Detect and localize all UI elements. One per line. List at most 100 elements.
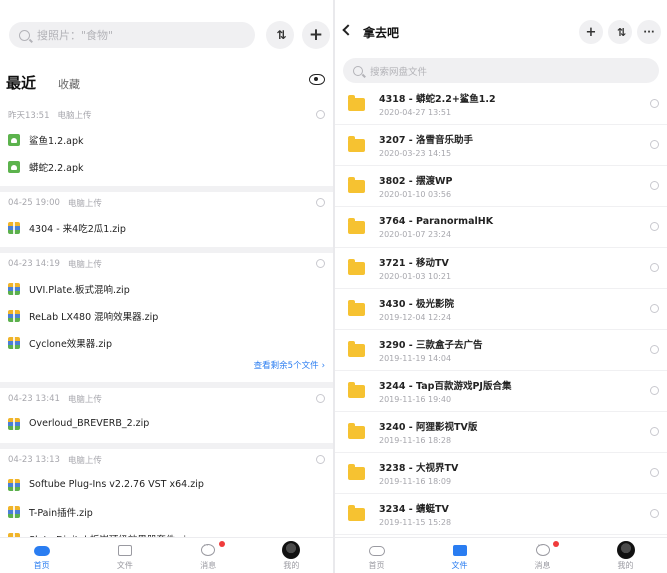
nav-messages[interactable]: 消息	[167, 538, 250, 573]
add-button[interactable]: +	[579, 20, 603, 44]
recent-header: 搜照片："食物" ⇅ +	[0, 0, 333, 62]
avatar	[282, 541, 301, 559]
select-group-checkbox[interactable]	[316, 259, 325, 268]
nav-mine[interactable]: 我的	[250, 538, 333, 573]
sort-button[interactable]: ⇅	[266, 21, 294, 49]
chevron-right-icon: ›	[321, 361, 325, 371]
view-more-label: 查看剩余5个文件	[253, 361, 319, 371]
chat-bubble-icon	[535, 541, 550, 556]
file-item[interactable]: 4304 - 来4吃2瓜1.zip	[0, 214, 333, 241]
select-group-checkbox[interactable]	[316, 455, 325, 464]
nav-home[interactable]: 首页	[335, 538, 418, 573]
more-button[interactable]: ···	[637, 20, 661, 44]
upload-time: 04-23 14:19	[8, 259, 60, 269]
photo-search-input[interactable]: 搜照片："食物"	[9, 22, 255, 48]
select-checkbox[interactable]	[650, 427, 659, 436]
folder-date: 2020-01-10 03:56	[379, 190, 452, 199]
folder-text: 3430 - 极光影院 2019-12-04 12:24	[379, 296, 454, 322]
folder-date: 2019-11-19 14:04	[379, 354, 452, 363]
sort-button[interactable]: ⇅	[608, 20, 632, 44]
file-item[interactable]: Cyclone效果器.zip	[0, 329, 333, 356]
cloud-search-input[interactable]: 搜索网盘文件	[343, 58, 659, 83]
nav-home[interactable]: 首页	[0, 538, 83, 573]
select-checkbox[interactable]	[650, 468, 659, 477]
file-item[interactable]: Softube Plug-Ins v2.2.76 VST x64.zip	[0, 471, 333, 498]
folder-name: 3240 - 阿狸影视TV版	[379, 422, 478, 433]
folder-row[interactable]: 3244 - Tap百款游戏PJ版合集 2019-11-16 19:40	[335, 371, 667, 412]
select-group-checkbox[interactable]	[316, 394, 325, 403]
eye-icon[interactable]	[309, 74, 325, 85]
select-checkbox[interactable]	[650, 181, 659, 190]
file-item[interactable]: UVI.Plate.板式混响.zip	[0, 275, 333, 302]
file-group: 04-25 19:00 电脑上传 4304 - 来4吃2瓜1.zip	[0, 192, 333, 253]
folder-row[interactable]: 3764 - ParanormalHK 2020-01-07 23:24	[335, 207, 667, 248]
folder-row[interactable]: 3234 - 蜻蜓TV 2019-11-15 15:28	[335, 494, 667, 535]
select-checkbox[interactable]	[650, 345, 659, 354]
nav-mine[interactable]: 我的	[584, 538, 667, 573]
folder-icon	[117, 545, 132, 556]
group-header: 04-23 14:19 电脑上传	[0, 253, 333, 275]
file-item[interactable]: 蟒蛇2.2.apk	[0, 153, 333, 180]
upload-source: 电脑上传	[67, 395, 102, 405]
folder-icon	[452, 545, 467, 556]
file-name: ReLab LX480 混响效果器.zip	[29, 311, 159, 323]
folder-row[interactable]: 3802 - 摆渡WP 2020-01-10 03:56	[335, 166, 667, 207]
nav-files[interactable]: 文件	[83, 538, 166, 573]
bottom-nav: 首页 文件 消息 我的	[335, 537, 667, 573]
folder-name: 3238 - 大视界TV	[379, 463, 459, 474]
view-more-link[interactable]: 查看剩余5个文件 ›	[0, 356, 333, 376]
folder-icon	[348, 299, 365, 316]
select-checkbox[interactable]	[650, 99, 659, 108]
folder-row[interactable]: 3238 - 大视界TV 2019-11-16 18:09	[335, 453, 667, 494]
notification-dot	[218, 541, 225, 547]
photo-search-placeholder: 搜照片："食物"	[37, 29, 114, 42]
avatar	[616, 541, 635, 559]
folder-date: 2020-04-27 13:51	[379, 108, 452, 117]
group-header: 04-23 13:13 电脑上传	[0, 449, 333, 471]
folder-text: 3240 - 阿狸影视TV版 2019-11-16 18:28	[379, 419, 477, 445]
folder-name: 3764 - ParanormalHK	[379, 215, 494, 227]
folder-row[interactable]: 3207 - 洛雪音乐助手 2020-03-23 14:15	[335, 125, 667, 166]
folder-icon	[348, 340, 365, 357]
folder-row[interactable]: 4318 - 蟒蛇2.2+鲨鱼1.2 2020-04-27 13:51	[335, 84, 667, 125]
select-checkbox[interactable]	[650, 386, 659, 395]
folder-icon	[348, 463, 365, 480]
nav-files[interactable]: 文件	[418, 538, 501, 573]
folder-date: 2020-01-07 23:24	[379, 229, 452, 239]
upload-time: 04-25 19:00	[8, 198, 60, 208]
select-checkbox[interactable]	[650, 509, 659, 518]
upload-source: 电脑上传	[67, 199, 102, 209]
file-name: Softube Plug-Ins v2.2.76 VST x64.zip	[29, 479, 204, 490]
folder-row[interactable]: 3290 - 三款盒子去广告 2019-11-19 14:04	[335, 330, 667, 371]
select-checkbox[interactable]	[650, 263, 659, 272]
select-group-checkbox[interactable]	[316, 198, 325, 207]
select-checkbox[interactable]	[650, 222, 659, 231]
search-icon	[353, 65, 363, 76]
file-item[interactable]: ReLab LX480 混响效果器.zip	[0, 302, 333, 329]
file-name: T-Pain插件.zip	[29, 507, 93, 519]
folder-date: 2019-11-16 18:09	[379, 477, 452, 486]
select-group-checkbox[interactable]	[316, 110, 325, 119]
file-item[interactable]: T-Pain插件.zip	[0, 498, 333, 525]
nav-messages[interactable]: 消息	[501, 538, 584, 573]
folder-text: 3721 - 移动TV 2020-01-03 10:21	[379, 255, 451, 281]
page-title: 拿去吧	[363, 26, 400, 40]
tab-recent[interactable]: 最近	[6, 72, 36, 93]
chat-bubble-icon	[201, 541, 216, 556]
folder-text: 3238 - 大视界TV 2019-11-16 18:09	[379, 460, 458, 486]
file-item[interactable]: 鲨鱼1.2.apk	[0, 126, 333, 153]
back-arrow-icon[interactable]	[342, 24, 354, 36]
select-checkbox[interactable]	[650, 304, 659, 313]
tab-favorites[interactable]: 收藏	[58, 76, 80, 92]
cloud-icon	[368, 546, 385, 556]
folder-row[interactable]: 3430 - 极光影院 2019-12-04 12:24	[335, 289, 667, 330]
select-checkbox[interactable]	[650, 140, 659, 149]
folder-icon	[348, 422, 365, 439]
folder-row[interactable]: 3240 - 阿狸影视TV版 2019-11-16 18:28	[335, 412, 667, 453]
add-button[interactable]: +	[302, 21, 330, 49]
nav-files-label: 文件	[451, 561, 468, 570]
folder-icon	[348, 94, 365, 111]
folder-row[interactable]: 3721 - 移动TV 2020-01-03 10:21	[335, 248, 667, 289]
file-name: 4304 - 来4吃2瓜1.zip	[29, 223, 126, 235]
file-item[interactable]: Overloud_BREVERB_2.zip	[0, 410, 333, 437]
